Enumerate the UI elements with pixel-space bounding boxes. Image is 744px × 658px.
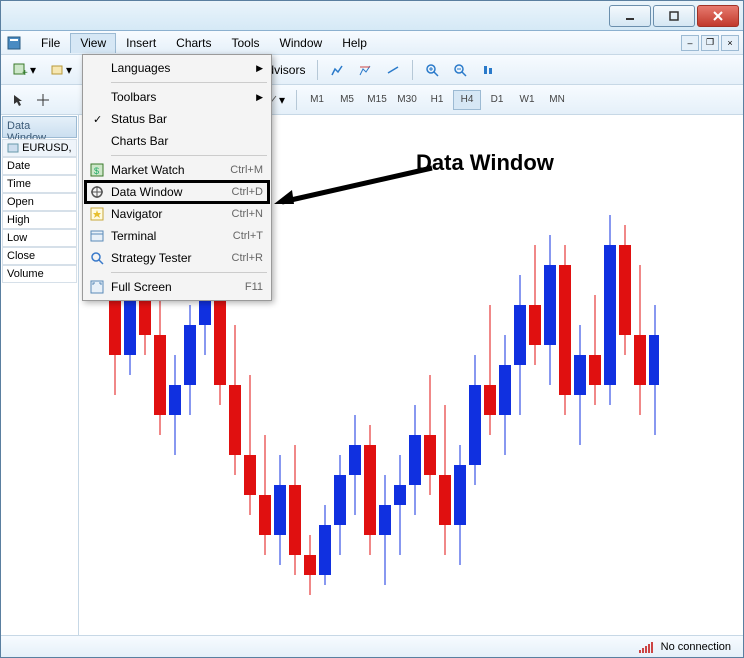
child-close-button[interactable]: × bbox=[721, 35, 739, 51]
strategy-tester-icon bbox=[89, 250, 105, 266]
timeframe-w1[interactable]: W1 bbox=[513, 90, 541, 110]
timeframe-m30[interactable]: M30 bbox=[393, 90, 421, 110]
menu-item-charts-bar[interactable]: Charts Bar bbox=[85, 130, 269, 152]
indicator-button-2[interactable] bbox=[353, 59, 377, 81]
minimize-button[interactable] bbox=[609, 5, 651, 27]
menu-item-status-bar[interactable]: Status Bar bbox=[85, 108, 269, 130]
connection-status: No connection bbox=[661, 641, 731, 653]
menu-file[interactable]: File bbox=[31, 33, 70, 53]
menu-item-label: Charts Bar bbox=[111, 134, 263, 148]
data-window-icon bbox=[89, 184, 105, 200]
timeframe-mn[interactable]: MN bbox=[543, 90, 571, 110]
app-logo-icon bbox=[5, 34, 23, 52]
annotation-arrow bbox=[274, 160, 436, 206]
submenu-arrow-icon: ▶ bbox=[256, 92, 263, 103]
titlebar bbox=[1, 1, 743, 31]
menu-item-shortcut: Ctrl+R bbox=[232, 252, 263, 264]
menu-tools[interactable]: Tools bbox=[222, 33, 270, 53]
menu-item-label: Terminal bbox=[111, 229, 233, 243]
zoom-out-button[interactable] bbox=[448, 59, 472, 81]
submenu-arrow-icon: ▶ bbox=[256, 63, 263, 74]
close-button[interactable] bbox=[697, 5, 739, 27]
menu-item-label: Data Window bbox=[111, 185, 232, 199]
timeframe-h1[interactable]: H1 bbox=[423, 90, 451, 110]
timeframe-m1[interactable]: M1 bbox=[303, 90, 331, 110]
child-minimize-button[interactable]: – bbox=[681, 35, 699, 51]
crosshair-button[interactable] bbox=[32, 89, 54, 111]
data-row-time: Time bbox=[2, 175, 77, 193]
menu-item-label: Market Watch bbox=[111, 163, 230, 177]
data-row-low: Low bbox=[2, 229, 77, 247]
chart-type-button[interactable] bbox=[476, 59, 500, 81]
timeframe-d1[interactable]: D1 bbox=[483, 90, 511, 110]
data-row-date: Date bbox=[2, 157, 77, 175]
menu-item-label: Languages bbox=[111, 61, 256, 75]
menu-view[interactable]: View bbox=[70, 33, 116, 53]
data-window-panel: Data Window EURUSD, DateTimeOpenHighLowC… bbox=[1, 115, 79, 635]
cursor-button[interactable] bbox=[7, 89, 29, 111]
menu-item-label: Status Bar bbox=[111, 112, 263, 126]
menu-item-market-watch[interactable]: $ Market WatchCtrl+M bbox=[85, 159, 269, 181]
fullscreen-icon bbox=[89, 279, 105, 295]
menu-charts[interactable]: Charts bbox=[166, 33, 221, 53]
menu-item-toolbars[interactable]: Toolbars▶ bbox=[85, 86, 269, 108]
menu-item-navigator[interactable]: NavigatorCtrl+N bbox=[85, 203, 269, 225]
timeframe-h4[interactable]: H4 bbox=[453, 90, 481, 110]
data-row-volume: Volume bbox=[2, 265, 77, 283]
menu-help[interactable]: Help bbox=[332, 33, 377, 53]
market-watch-icon: $ bbox=[89, 162, 105, 178]
timeframe-m5[interactable]: M5 bbox=[333, 90, 361, 110]
connection-signal-icon bbox=[639, 641, 653, 653]
menu-item-strategy-tester[interactable]: Strategy TesterCtrl+R bbox=[85, 247, 269, 269]
navigator-icon bbox=[89, 206, 105, 222]
menu-insert[interactable]: Insert bbox=[116, 33, 166, 53]
menu-item-data-window[interactable]: Data WindowCtrl+D bbox=[85, 181, 269, 203]
svg-text:$: $ bbox=[94, 166, 99, 176]
menu-item-shortcut: Ctrl+D bbox=[232, 186, 263, 198]
timeframe-m15[interactable]: M15 bbox=[363, 90, 391, 110]
data-window-title: Data Window bbox=[2, 116, 77, 138]
indicator-button-1[interactable] bbox=[325, 59, 349, 81]
maximize-button[interactable] bbox=[653, 5, 695, 27]
child-restore-button[interactable]: ❐ bbox=[701, 35, 719, 51]
data-window-symbol: EURUSD, bbox=[2, 139, 77, 157]
data-row-close: Close bbox=[2, 247, 77, 265]
menu-item-shortcut: Ctrl+T bbox=[233, 230, 263, 242]
menu-item-shortcut: Ctrl+M bbox=[230, 164, 263, 176]
new-chart-button[interactable]: +▾ bbox=[7, 59, 41, 81]
annotation-label: Data Window bbox=[416, 150, 554, 176]
menu-item-shortcut: F11 bbox=[245, 281, 263, 293]
data-row-open: Open bbox=[2, 193, 77, 211]
data-row-high: High bbox=[2, 211, 77, 229]
statusbar: No connection bbox=[1, 635, 743, 657]
view-menu-dropdown: Languages▶Toolbars▶Status BarCharts Bar$… bbox=[82, 54, 272, 301]
menu-item-languages[interactable]: Languages▶ bbox=[85, 57, 269, 79]
menu-item-label: Strategy Tester bbox=[111, 251, 232, 265]
menu-item-label: Toolbars bbox=[111, 90, 256, 104]
terminal-icon bbox=[89, 228, 105, 244]
menu-item-full-screen[interactable]: Full ScreenF11 bbox=[85, 276, 269, 298]
menu-item-shortcut: Ctrl+N bbox=[232, 208, 263, 220]
menubar: FileViewInsertChartsToolsWindowHelp – ❐ … bbox=[1, 31, 743, 55]
menu-item-terminal[interactable]: TerminalCtrl+T bbox=[85, 225, 269, 247]
menu-item-label: Navigator bbox=[111, 207, 232, 221]
svg-text:+: + bbox=[22, 68, 28, 78]
profiles-button[interactable]: ▾ bbox=[45, 59, 77, 81]
menu-window[interactable]: Window bbox=[270, 33, 333, 53]
menu-item-label: Full Screen bbox=[111, 280, 245, 294]
zoom-in-button[interactable] bbox=[420, 59, 444, 81]
indicator-button-3[interactable] bbox=[381, 59, 405, 81]
